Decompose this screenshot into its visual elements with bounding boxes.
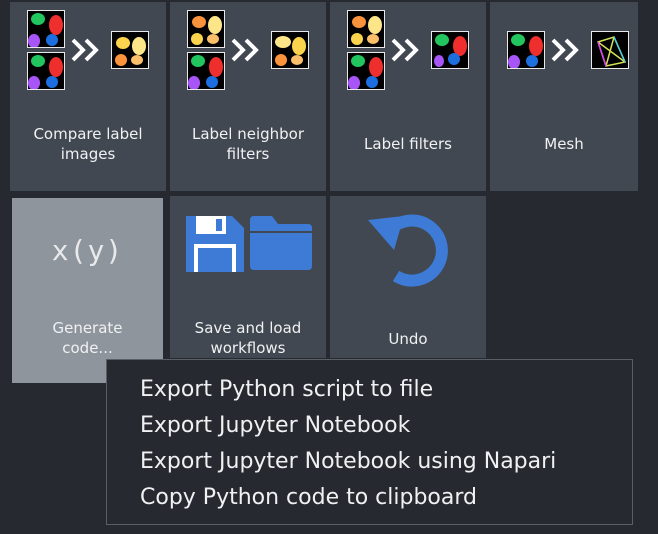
- label-image-icon: [187, 10, 225, 48]
- floppy-disk-icon: [186, 216, 244, 272]
- tile-mesh[interactable]: Mesh: [490, 2, 638, 191]
- tile-label: Compare label images: [10, 124, 166, 164]
- tile-label-line: Label neighbor: [191, 125, 305, 143]
- tile-label: Label filters: [364, 135, 452, 153]
- tile-label-line: images: [60, 145, 116, 163]
- function-icon: x(y): [51, 234, 124, 267]
- tile-label-line: Generate: [52, 319, 123, 337]
- menu-item-export-python-script[interactable]: Export Python script to file: [140, 375, 433, 405]
- label-image-icon: [27, 10, 65, 48]
- tile-label-line: Save and load: [194, 319, 302, 337]
- tile-label-neighbor-filters[interactable]: Label neighbor filters: [170, 2, 326, 191]
- label-image-icon: [347, 52, 385, 90]
- label-image-icon: [27, 52, 65, 90]
- menu-item-copy-python-code[interactable]: Copy Python code to clipboard: [140, 483, 477, 513]
- tile-label-line: filters: [226, 145, 270, 163]
- mesh-icon: [591, 31, 629, 69]
- label-image-icon: [271, 31, 309, 69]
- tile-generate-code[interactable]: x(y) Generate code...: [12, 198, 163, 383]
- label-image-icon: [187, 52, 225, 90]
- double-chevron-right-icon: [391, 38, 419, 62]
- tile-save-load-workflows[interactable]: Save and load workflows: [170, 196, 326, 358]
- menu-item-export-jupyter-napari[interactable]: Export Jupyter Notebook using Napari: [140, 447, 556, 477]
- menu-item-export-jupyter-notebook[interactable]: Export Jupyter Notebook: [140, 411, 410, 441]
- context-menu: Export Python script to file Export Jupy…: [106, 359, 633, 525]
- tile-label-line: code...: [62, 339, 113, 357]
- label-image-icon: [111, 31, 149, 69]
- label-image-icon: [507, 31, 545, 69]
- tile-label: Save and load workflows: [170, 318, 326, 358]
- label-image-icon: [347, 10, 385, 48]
- tile-undo[interactable]: Undo: [330, 196, 486, 358]
- tile-compare-label-images[interactable]: Compare label images: [10, 2, 166, 191]
- folder-icon: [250, 216, 312, 270]
- tile-label-filters[interactable]: Label filters: [330, 2, 486, 191]
- tile-label-line: workflows: [210, 339, 286, 357]
- tile-label-line: Compare label: [33, 125, 143, 143]
- label-image-icon: [431, 31, 469, 69]
- double-chevron-right-icon: [551, 38, 579, 62]
- double-chevron-right-icon: [71, 38, 99, 62]
- tile-label: Label neighbor filters: [170, 124, 326, 164]
- undo-arrow-icon: [368, 214, 448, 287]
- double-chevron-right-icon: [231, 38, 259, 62]
- tile-label: Mesh: [544, 135, 584, 153]
- tile-label: Generate code...: [12, 318, 163, 358]
- tile-label: Undo: [388, 330, 428, 348]
